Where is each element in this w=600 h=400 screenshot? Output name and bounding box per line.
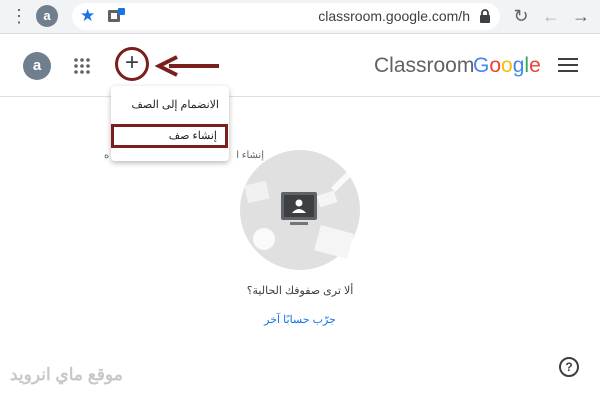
browser-profile-avatar[interactable]: a (36, 5, 58, 27)
lock-icon[interactable] (478, 8, 492, 24)
hamburger-menu-icon[interactable] (558, 57, 578, 73)
url-text[interactable]: classroom.google.com/h (300, 7, 470, 25)
brand-google-letter: o (501, 54, 513, 77)
try-another-account-link[interactable]: جرّب حسابًا آخر (200, 311, 400, 329)
menu-item-create-class[interactable]: إنشاء صف (111, 124, 228, 148)
extension-icon[interactable] (107, 8, 125, 24)
brand-classroom: Classroom (374, 54, 475, 77)
help-icon[interactable]: ? (559, 357, 579, 377)
brand-google-letter: o (489, 54, 502, 77)
site-watermark: موقع ماي انرويد (10, 365, 123, 384)
brand-google-letter: e (529, 54, 541, 77)
brand-google-text: Google (473, 54, 541, 77)
back-icon[interactable]: ← (541, 5, 561, 27)
menu-item-join-class[interactable]: الانضمام إلى الصف (111, 93, 229, 117)
star-icon[interactable]: ★ (80, 6, 98, 26)
reload-icon[interactable]: ↻ (511, 5, 531, 27)
account-avatar[interactable]: a (23, 52, 51, 80)
brand-google-letter: G (473, 54, 490, 77)
plus-icon[interactable]: + (118, 50, 146, 78)
empty-classes-illustration (240, 150, 360, 270)
apps-grid-icon[interactable] (73, 57, 91, 75)
forward-icon[interactable]: → (571, 5, 591, 27)
brand-google-letter: g (512, 54, 525, 77)
empty-state-message: ألا ترى صفوفك الحالية؟ (246, 285, 354, 297)
brand-google: Google (473, 53, 545, 79)
annotation-arrow (155, 55, 219, 77)
menu-dots-icon[interactable]: ⋮ (10, 6, 28, 26)
